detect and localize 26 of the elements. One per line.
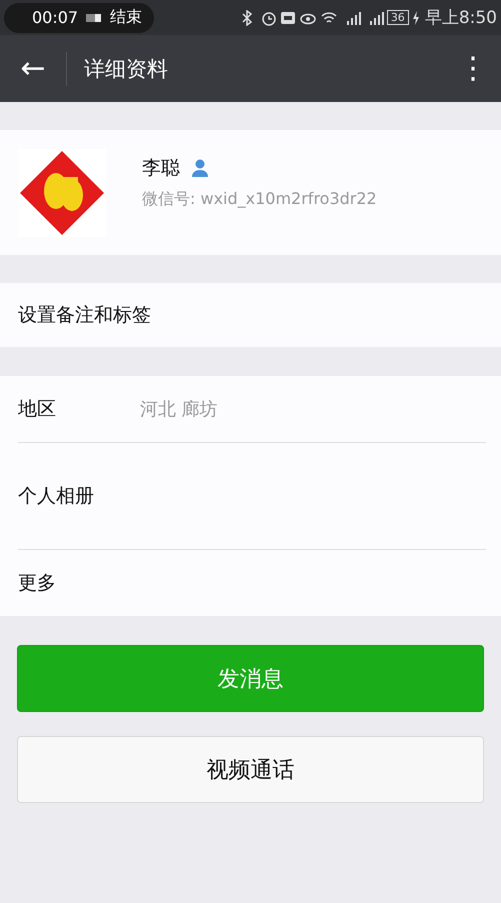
- wifi-icon: [320, 10, 338, 24]
- charging-icon: [412, 10, 420, 24]
- video-call-button[interactable]: 视频通话: [17, 736, 484, 803]
- end-call-label: 结束: [110, 7, 142, 28]
- row-label: 更多: [18, 571, 57, 596]
- person-icon: [190, 158, 210, 178]
- hd-icon: [280, 10, 296, 24]
- clock: 早上8:50: [424, 7, 497, 29]
- row-value: 河北 廊坊: [140, 398, 218, 421]
- more-button[interactable]: ⋮: [453, 35, 493, 102]
- call-timer: 00:07: [32, 8, 78, 27]
- info-row[interactable]: 更多: [18, 550, 486, 616]
- call-indicator[interactable]: 00:07 结束: [4, 2, 154, 32]
- recording-icon: [86, 12, 102, 22]
- page-title: 详细资料: [84, 56, 169, 82]
- back-button[interactable]: ←: [0, 35, 66, 102]
- alarm-icon: [260, 10, 277, 26]
- contact-name: 李聪: [142, 156, 180, 181]
- wechat-id: 微信号: wxid_x10m2rfro3dr22: [142, 189, 377, 210]
- row-label: 设置备注和标签: [18, 303, 151, 328]
- row-label: 地区: [18, 397, 57, 422]
- battery-level: 36: [386, 10, 409, 25]
- info-row[interactable]: 个人相册: [18, 443, 486, 550]
- remark-row[interactable]: 设置备注和标签: [0, 283, 501, 347]
- info-row[interactable]: 地区 河北 廊坊: [18, 376, 486, 443]
- row-label: 个人相册: [18, 484, 95, 509]
